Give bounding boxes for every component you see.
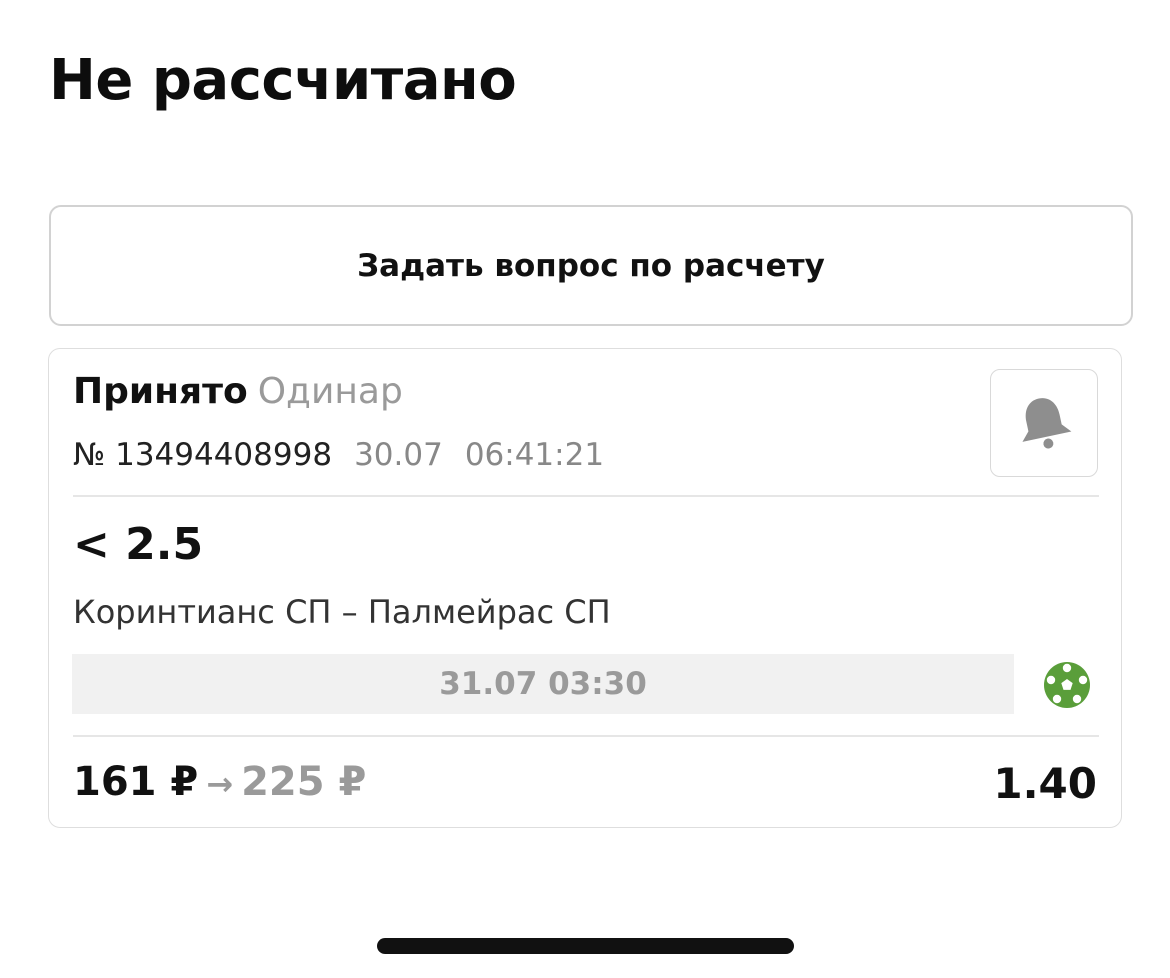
soccer-ball-icon [1044, 662, 1090, 708]
notification-button[interactable] [990, 369, 1098, 477]
bet-type: Одинар [257, 371, 403, 412]
bet-date: 30.07 [354, 437, 443, 473]
divider [73, 495, 1099, 497]
bet-odds: 1.40 [993, 759, 1097, 808]
ask-question-button[interactable]: Задать вопрос по расчету [49, 205, 1133, 326]
bet-outcome: < 2.5 [73, 519, 204, 570]
divider [73, 735, 1099, 737]
bell-icon [1022, 398, 1072, 449]
home-indicator[interactable] [377, 938, 794, 954]
event-start-time: 31.07 03:30 [72, 654, 1014, 714]
event-name[interactable]: Коринтианс СП – Палмейрас СП [73, 593, 611, 631]
payout-amount: 225 ₽ [241, 759, 367, 805]
page-title: Не рассчитано [49, 48, 517, 113]
stake-payout: 161 ₽ → 225 ₽ [73, 759, 366, 805]
bet-number: № 13494408998 [73, 437, 333, 473]
stake-amount: 161 ₽ [73, 759, 199, 805]
bet-card[interactable]: Принято Одинар № 13494408998 30.07 06:41:21… [48, 348, 1122, 828]
bet-status-line: Принято Одинар [73, 371, 403, 412]
bet-meta: № 13494408998 30.07 06:41:21 [73, 437, 604, 473]
bet-time: 06:41:21 [464, 437, 605, 473]
bet-status: Принято [73, 371, 248, 412]
arrow-right-icon: → [206, 765, 234, 803]
